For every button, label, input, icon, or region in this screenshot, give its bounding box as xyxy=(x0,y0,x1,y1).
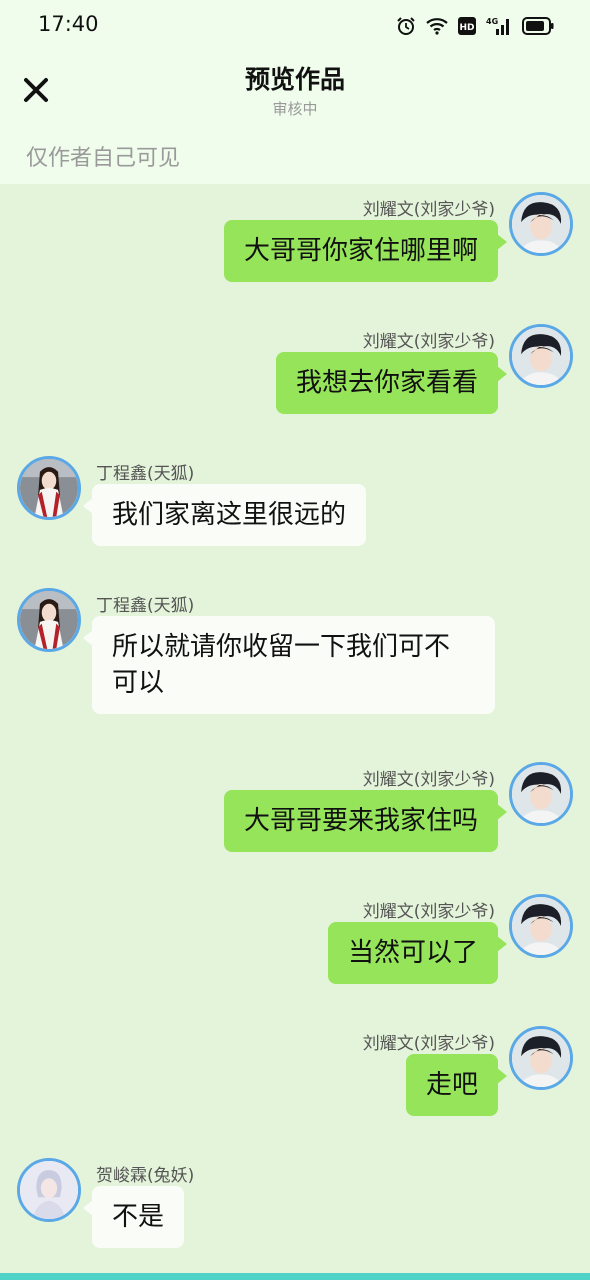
hd-icon: HD xyxy=(458,17,476,35)
wifi-icon xyxy=(426,17,448,35)
sender-name: 刘耀文(刘家少爷) xyxy=(362,1034,495,1054)
message-bubble[interactable]: 我们家离这里很远的 xyxy=(82,484,367,546)
sender-name: 刘耀文(刘家少爷) xyxy=(362,902,495,922)
avatar[interactable] xyxy=(17,588,81,652)
avatar[interactable] xyxy=(509,894,573,958)
review-status: 审核中 xyxy=(272,100,318,118)
message-bubble[interactable]: 走吧 xyxy=(405,1054,508,1116)
sender-name: 丁程鑫(天狐) xyxy=(96,464,195,484)
message-bubble[interactable]: 所以就请你收留一下我们可不可以 xyxy=(83,616,495,714)
sender-name: 刘耀文(刘家少爷) xyxy=(362,200,495,220)
message-bubble[interactable]: 大哥哥要来我家住吗 xyxy=(223,790,508,852)
chat-list[interactable]: 刘耀文(刘家少爷) 大哥哥你家住哪里啊 刘耀文(刘家少爷) 我想去你家看看 丁程… xyxy=(0,184,590,1274)
sender-name: 贺峻霖(兔妖) xyxy=(96,1166,195,1186)
nav-bar: 预览作品 审核中 xyxy=(0,52,590,132)
status-icons: HD 4G xyxy=(396,14,554,38)
status-bar: 17:40 HD 4G xyxy=(0,0,590,52)
signal-4g-label: 4G xyxy=(486,17,498,26)
battery-icon xyxy=(522,17,554,35)
avatar[interactable] xyxy=(509,762,573,826)
avatar[interactable] xyxy=(17,456,81,520)
signal-4g-icon: 4G xyxy=(486,16,512,36)
message-bubble[interactable]: 不是 xyxy=(82,1186,185,1248)
hd-icon-label: HD xyxy=(459,23,474,33)
avatar[interactable] xyxy=(17,1158,81,1222)
sender-name: 刘耀文(刘家少爷) xyxy=(362,770,495,790)
avatar[interactable] xyxy=(509,1026,573,1090)
visibility-note: 仅作者自己可见 xyxy=(26,146,181,171)
page-title: 预览作品 xyxy=(244,65,345,94)
message-bubble[interactable]: 大哥哥你家住哪里啊 xyxy=(223,220,508,282)
status-time: 17:40 xyxy=(38,12,99,36)
bottom-bar xyxy=(0,1273,590,1280)
message-bubble[interactable]: 当然可以了 xyxy=(327,922,508,984)
avatar[interactable] xyxy=(509,192,573,256)
message-bubble[interactable]: 我想去你家看看 xyxy=(275,352,508,414)
avatar[interactable] xyxy=(509,324,573,388)
alarm-icon xyxy=(396,16,416,36)
sender-name: 刘耀文(刘家少爷) xyxy=(362,332,495,352)
sender-name: 丁程鑫(天狐) xyxy=(96,596,195,616)
